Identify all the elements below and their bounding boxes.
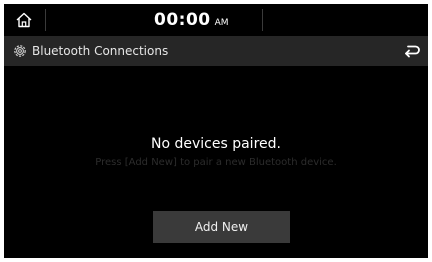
home-icon [16, 12, 32, 28]
status-divider [262, 9, 263, 31]
page-title: Bluetooth Connections [32, 44, 169, 58]
clock: 00:00 AM [154, 4, 229, 36]
pairing-hint: Press [Add New] to pair a new Bluetooth … [95, 157, 337, 168]
gear-icon [14, 45, 26, 57]
title-bar: Bluetooth Connections [4, 36, 428, 66]
clock-ampm: AM [214, 17, 229, 28]
home-button[interactable] [4, 4, 44, 36]
add-new-button[interactable]: Add New [153, 211, 290, 243]
status-bar: 00:00 AM [4, 4, 428, 36]
back-arrow-icon [405, 45, 420, 58]
back-button[interactable] [396, 36, 428, 66]
clock-time: 00:00 [154, 10, 211, 30]
screen: 00:00 AM Bluetooth Connections No device… [4, 4, 428, 258]
no-devices-message: No devices paired. [151, 136, 281, 152]
status-divider [45, 9, 46, 31]
